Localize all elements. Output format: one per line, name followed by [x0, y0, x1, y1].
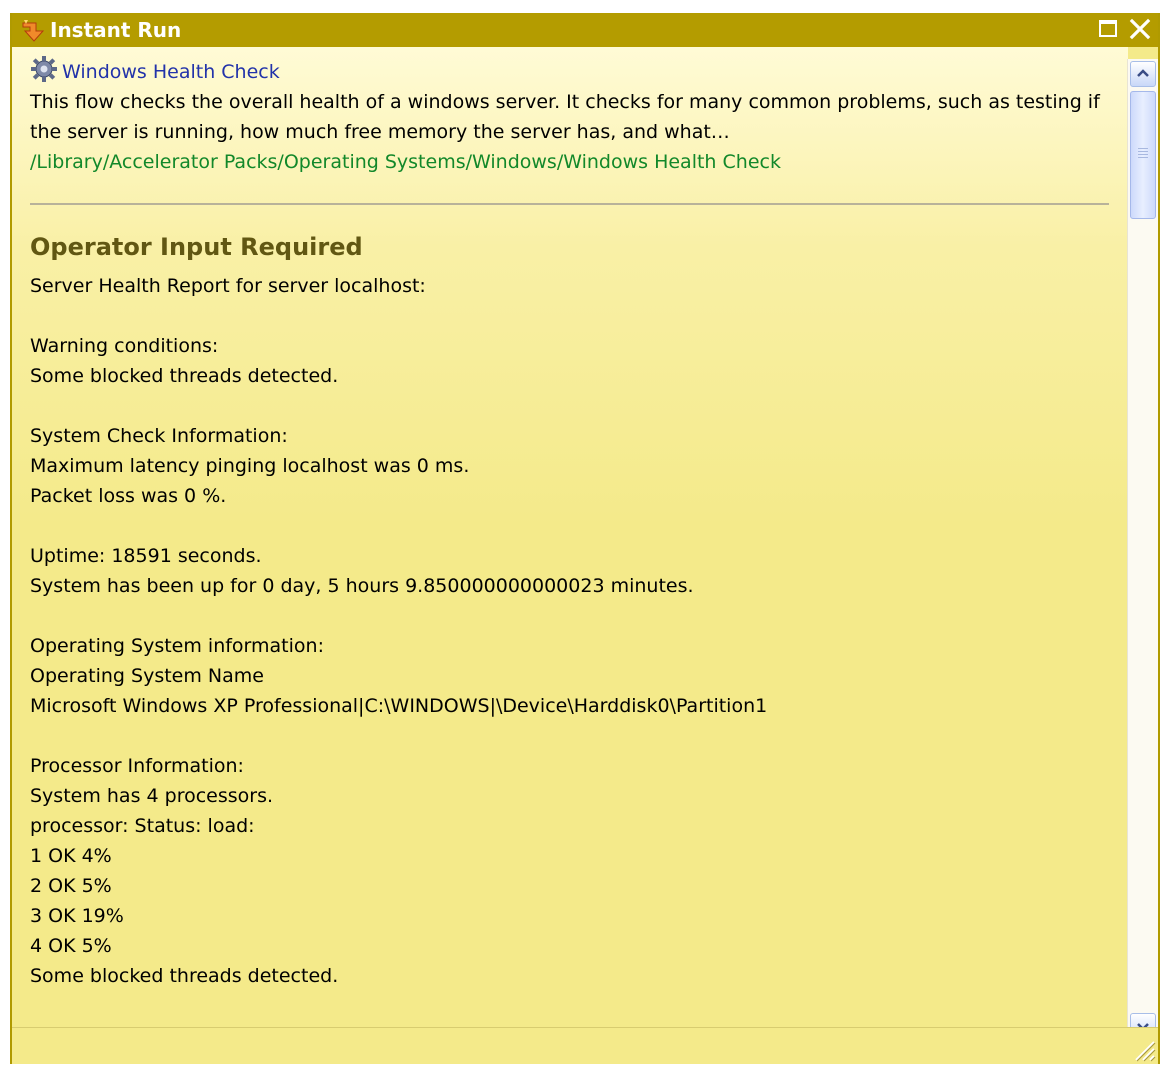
report-line: Maximum latency pinging localhost was 0 …: [30, 455, 470, 477]
scroll-up-button[interactable]: [1130, 61, 1156, 87]
window-title: Instant Run: [50, 18, 182, 42]
report-blank-line: [30, 301, 1124, 331]
title-bar[interactable]: Instant Run: [12, 13, 1158, 47]
maximize-icon[interactable]: [1096, 17, 1120, 41]
report-line: System Check Information:: [30, 425, 288, 447]
report-line: 2 OK 5%: [30, 875, 112, 897]
chevron-up-icon: [1137, 69, 1149, 77]
flow-header: Windows Health Check: [30, 53, 1124, 87]
flow-name-link[interactable]: Windows Health Check: [62, 57, 280, 87]
report-blank-line: [30, 601, 1124, 631]
report-line: Processor Information:: [30, 755, 244, 777]
report-line: System has been up for 0 day, 5 hours 9.…: [30, 575, 694, 597]
report-line: Uptime: 18591 seconds.: [30, 545, 262, 567]
window-controls: [1096, 17, 1152, 41]
report-line: Packet loss was 0 %.: [30, 485, 227, 507]
report-blank-line: [30, 721, 1124, 751]
operator-input-title: Operator Input Required: [30, 233, 363, 261]
instant-run-window: Instant Run Windows Health Check This fl…: [10, 13, 1160, 1064]
status-bar: [12, 1027, 1158, 1064]
report-blank-line: [30, 391, 1124, 421]
report-line: 3 OK 19%: [30, 905, 124, 927]
gear-icon: [30, 55, 58, 83]
report-blank-line: [30, 511, 1124, 541]
content-panel: Windows Health Check This flow checks th…: [12, 47, 1128, 1024]
report-line: Some blocked threads detected.: [30, 365, 339, 387]
resize-grip-icon[interactable]: [1130, 1036, 1156, 1062]
report-line: Operating System Name: [30, 665, 264, 687]
report-line: Server Health Report for server localhos…: [30, 275, 426, 297]
grip-lines: [1138, 148, 1148, 160]
report-line: Warning conditions:: [30, 335, 219, 357]
report-line: Operating System information:: [30, 635, 324, 657]
report-line: System has 4 processors.: [30, 785, 274, 807]
report-text: Server Health Report for server localhos…: [30, 271, 1124, 991]
report-line: Microsoft Windows XP Professional|C:\WIN…: [30, 695, 768, 717]
report-line: 1 OK 4%: [30, 845, 112, 867]
report-line: Some blocked threads detected.: [30, 965, 339, 987]
close-icon[interactable]: [1128, 17, 1152, 41]
flow-description-line-1: This flow checks the overall health of a…: [30, 91, 1100, 113]
scroll-thumb[interactable]: [1130, 91, 1156, 219]
report-line: processor: Status: load:: [30, 815, 255, 837]
report-line: 4 OK 5%: [30, 935, 112, 957]
flow-path: /Library/Accelerator Packs/Operating Sys…: [30, 151, 781, 173]
divider: [30, 203, 1109, 205]
vertical-scrollbar[interactable]: [1127, 59, 1158, 1041]
instant-run-icon: [20, 17, 46, 43]
flow-description-line-2: the server is running, how much free mem…: [30, 121, 730, 143]
